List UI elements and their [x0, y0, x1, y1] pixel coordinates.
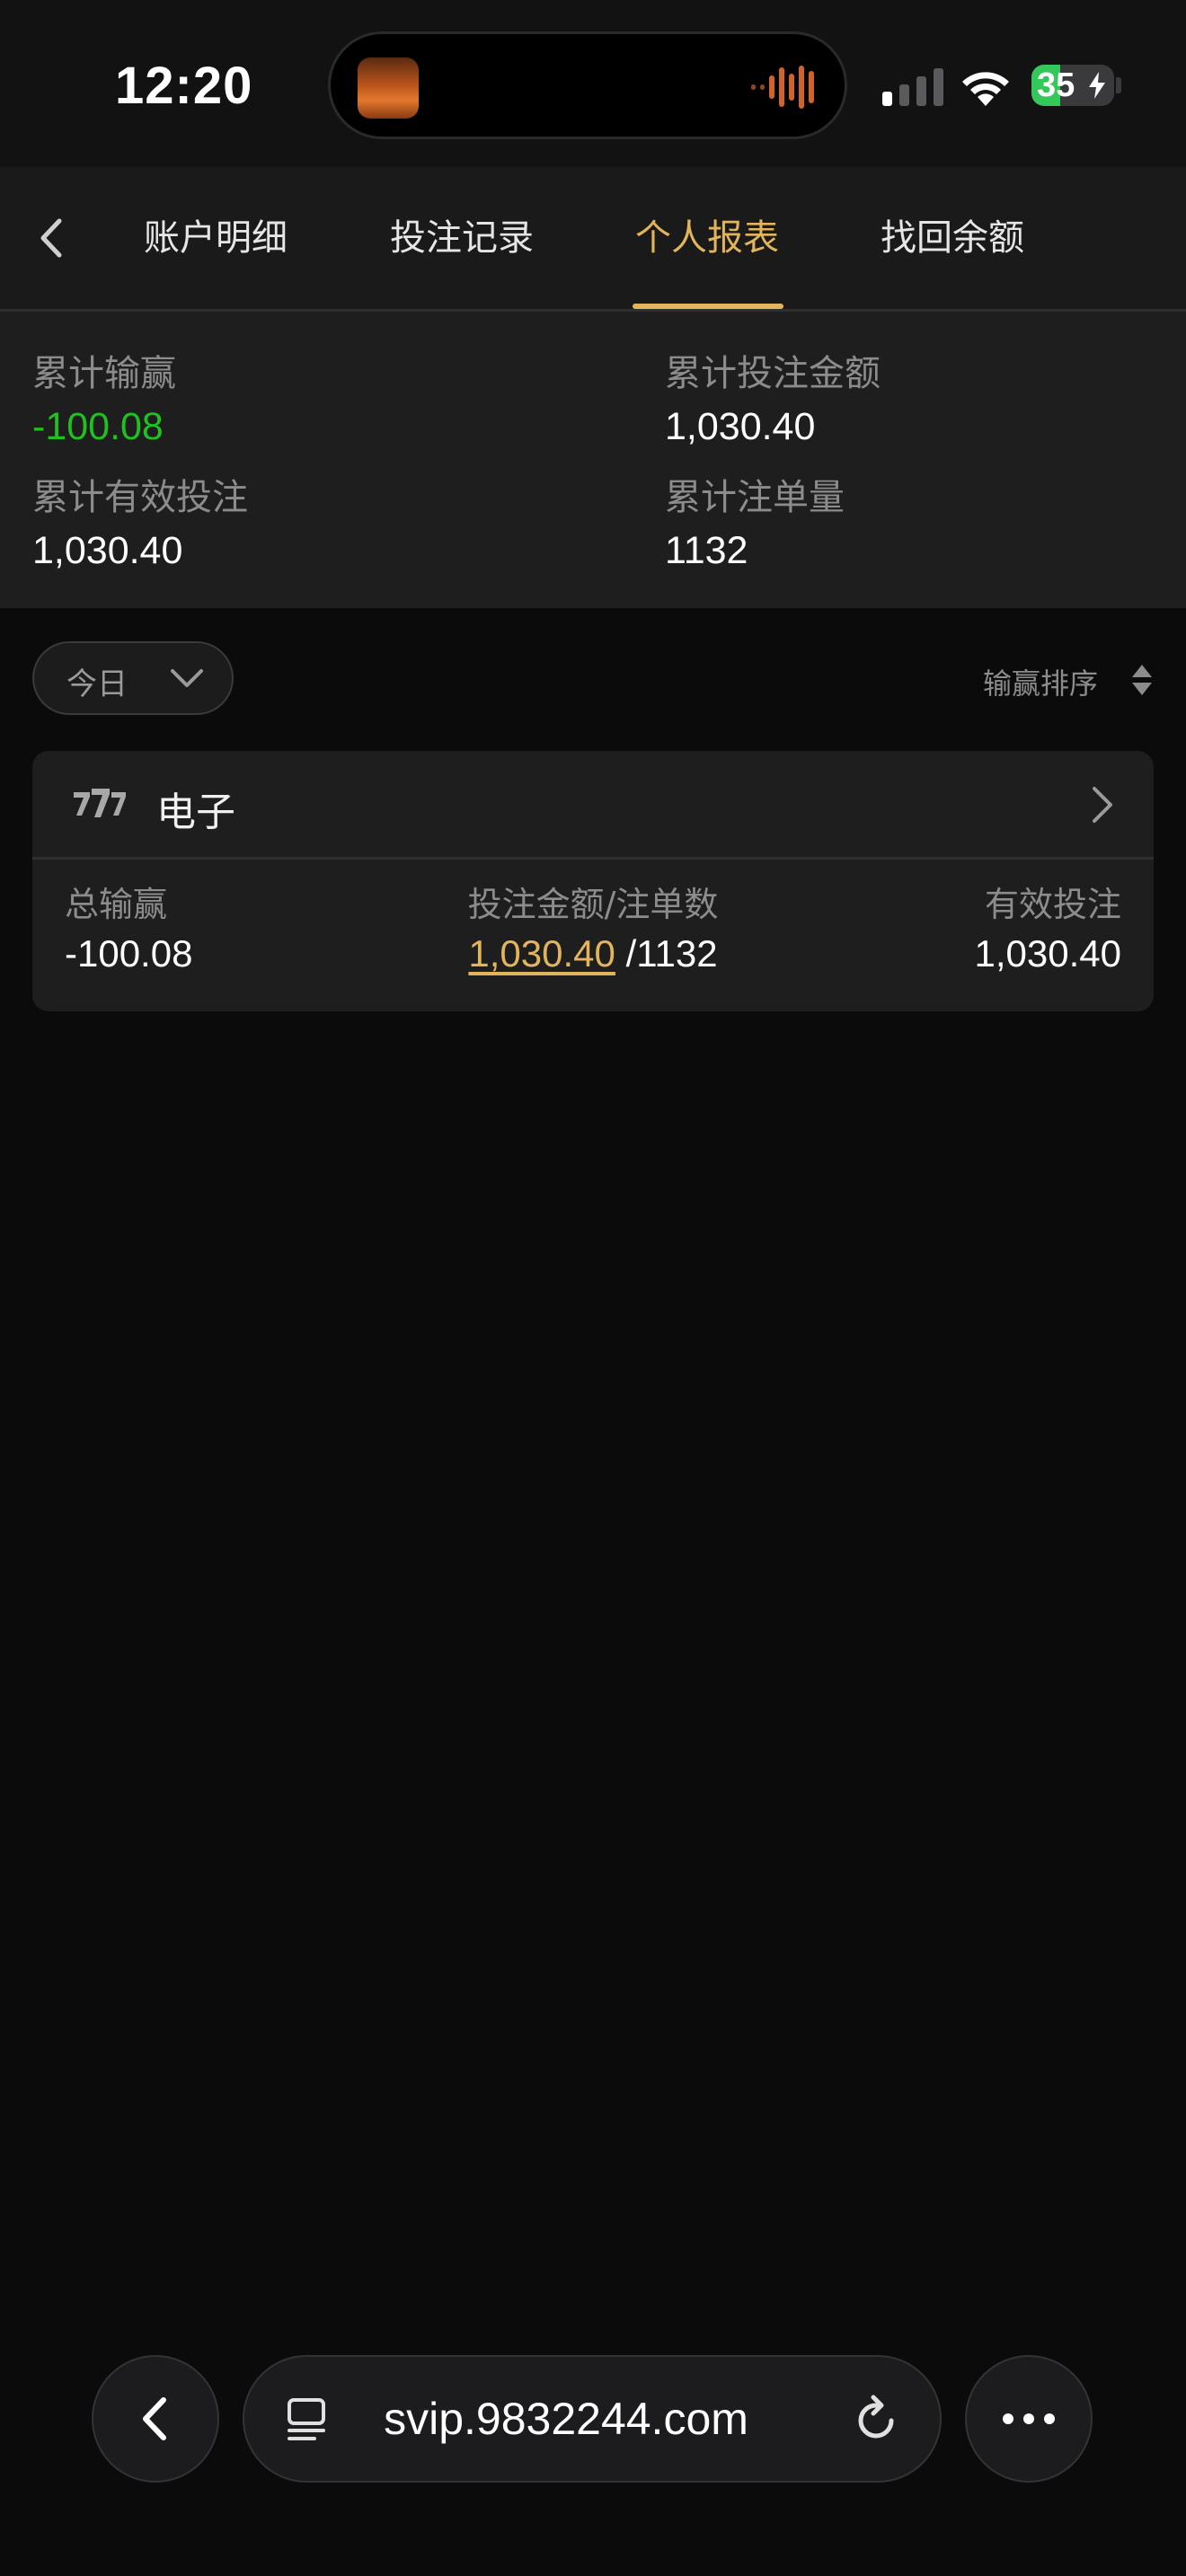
reload-icon[interactable]	[852, 2393, 902, 2445]
total-win-loss-value: -100.08	[32, 405, 164, 448]
tab-account-details[interactable]: 账户明细	[135, 167, 296, 309]
dynamic-island	[331, 34, 845, 137]
battery-nub	[1116, 77, 1121, 93]
tab-overview-icon[interactable]	[284, 2395, 331, 2445]
chevron-right-icon	[1093, 787, 1112, 823]
status-bar: 12:20 35	[0, 0, 1186, 167]
total-bet-amount-label: 累计投注金额	[665, 353, 881, 394]
total-bet-count-value: 1132	[665, 529, 748, 572]
battery-percent: 35	[1037, 66, 1075, 104]
bet-amount-count-label: 投注金额/注单数	[467, 885, 719, 924]
more-dots-icon	[1003, 2413, 1055, 2424]
category-title: 电子	[156, 790, 235, 835]
tab-bet-records[interactable]: 投注记录	[381, 167, 543, 309]
audio-waveform-icon	[751, 65, 814, 110]
charging-bolt-icon	[1089, 72, 1105, 99]
bet-amount-count-value: 1,030.40 /1132	[368, 932, 818, 975]
status-time: 12:20	[115, 57, 253, 115]
back-chevron-icon[interactable]	[27, 207, 77, 269]
period-dropdown-value: 今日	[66, 666, 128, 702]
total-bet-amount-value: 1,030.40	[665, 405, 816, 448]
total-bet-count-label: 累计注单量	[665, 477, 845, 518]
win-loss-label: 总输赢	[65, 885, 168, 924]
report-tabs: 账户明细 投注记录 个人报表 找回余额	[0, 167, 1186, 312]
tab-personal-report[interactable]: 个人报表	[626, 167, 788, 309]
total-valid-bet-label: 累计有效投注	[32, 477, 248, 518]
valid-bet-value: 1,030.40	[974, 932, 1122, 975]
win-loss-value: -100.08	[65, 932, 193, 975]
tab-recover-balance[interactable]: 找回余额	[872, 167, 1033, 309]
total-valid-bet-value: 1,030.40	[32, 529, 183, 572]
category-card: 电子 总输赢 -100.08 投注金额/注单数 1,030.40 /1132 有…	[32, 751, 1154, 1011]
url-text: svip.9832244.com	[384, 2394, 748, 2444]
slot-777-icon	[74, 789, 126, 817]
bet-count: /1132	[625, 932, 718, 975]
now-playing-artwork	[358, 57, 419, 119]
valid-bet-label: 有效投注	[984, 885, 1121, 924]
browser-back-button[interactable]	[92, 2355, 219, 2483]
category-card-header[interactable]: 电子	[32, 751, 1154, 860]
sort-label: 输赢排序	[983, 666, 1099, 701]
back-arrow-icon	[143, 2397, 166, 2440]
browser-more-button[interactable]	[965, 2355, 1093, 2483]
address-bar[interactable]: svip.9832244.com	[243, 2355, 942, 2483]
chevron-down-icon	[171, 669, 203, 687]
sort-by-win-loss-button[interactable]: 输赢排序	[970, 652, 1159, 706]
wifi-icon	[962, 72, 1009, 106]
bet-amount-link[interactable]: 1,030.40	[468, 932, 615, 975]
total-win-loss-label: 累计输赢	[32, 353, 176, 394]
battery-icon: 35	[1031, 65, 1114, 106]
active-tab-indicator	[633, 304, 783, 309]
period-dropdown[interactable]: 今日	[32, 641, 234, 715]
cellular-signal-icon	[882, 66, 943, 106]
summary-panel: 累计输赢 -100.08 累计投注金额 1,030.40 累计有效投注 1,03…	[0, 312, 1186, 608]
sort-icon	[1132, 665, 1152, 695]
